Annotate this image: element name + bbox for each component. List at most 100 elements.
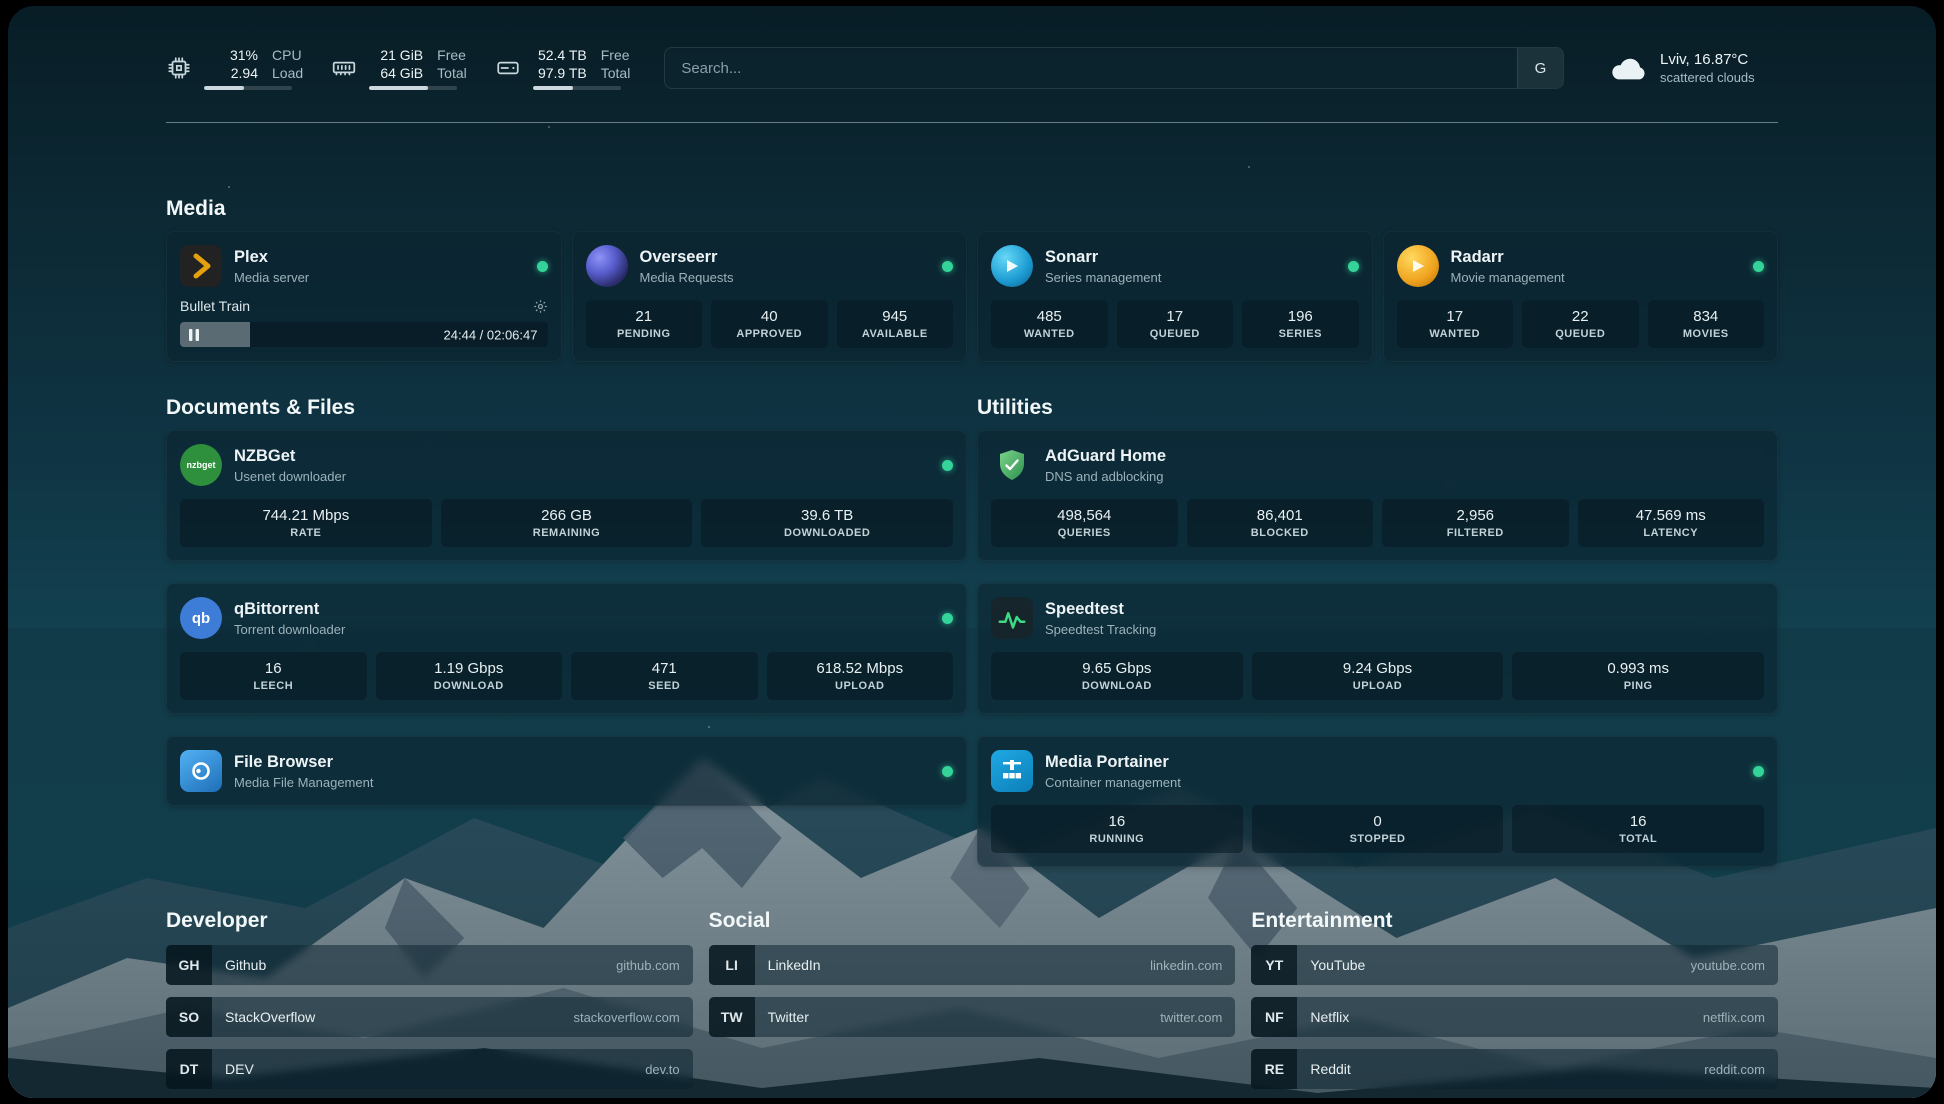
bookmark-name: YouTube bbox=[1310, 957, 1365, 973]
stat-block: 39.6 TB DOWNLOADED bbox=[701, 499, 953, 547]
weather-widget[interactable]: Lviv, 16.87°C scattered clouds bbox=[1608, 51, 1778, 85]
stat-block: 17 QUEUED bbox=[1117, 300, 1234, 348]
bookmark-row[interactable]: DT DEV dev.to bbox=[166, 1049, 693, 1089]
bookmarks-developer: Developer GH Github github.com SO StackO… bbox=[166, 909, 693, 1098]
disk-progress-bar bbox=[533, 86, 621, 90]
section-title-developer: Developer bbox=[166, 909, 693, 933]
stat-block: 16 LEECH bbox=[180, 652, 367, 700]
bookmark-url: linkedin.com bbox=[1150, 958, 1222, 973]
overseerr-icon bbox=[586, 245, 628, 287]
cpu-load-value: 2.94 bbox=[204, 64, 258, 82]
service-name: qBittorrent bbox=[234, 599, 345, 620]
memory-icon bbox=[331, 55, 357, 81]
stat-label: BLOCKED bbox=[1191, 527, 1370, 539]
service-card-radarr[interactable]: Radarr Movie management 17 WANTED 22 bbox=[1383, 231, 1779, 362]
stat-label: QUEUED bbox=[1526, 328, 1635, 340]
stat-label: DOWNLOADED bbox=[705, 527, 949, 539]
filebrowser-icon bbox=[180, 750, 222, 792]
search-input[interactable] bbox=[665, 48, 1517, 88]
stat-block: 16 TOTAL bbox=[1512, 805, 1764, 853]
stat-block: 0 STOPPED bbox=[1252, 805, 1504, 853]
service-name: File Browser bbox=[234, 752, 373, 773]
stat-label: LATENCY bbox=[1582, 527, 1761, 539]
bookmark-abbr: LI bbox=[709, 945, 755, 985]
bookmark-row[interactable]: RE Reddit reddit.com bbox=[1251, 1049, 1778, 1089]
player-settings-icon[interactable] bbox=[533, 299, 548, 314]
stat-label: STOPPED bbox=[1256, 833, 1500, 845]
status-dot bbox=[942, 261, 953, 272]
stat-label: QUERIES bbox=[995, 527, 1174, 539]
bookmark-row[interactable]: NF Netflix netflix.com bbox=[1251, 997, 1778, 1037]
stat-label: MOVIES bbox=[1652, 328, 1761, 340]
dashboard-window: 31%CPU 2.94Load 21 GiBFree 64 Gi bbox=[8, 6, 1936, 1098]
bookmark-url: dev.to bbox=[645, 1062, 679, 1077]
stat-block: 9.24 Gbps UPLOAD bbox=[1252, 652, 1504, 700]
bookmark-name: StackOverflow bbox=[225, 1009, 315, 1025]
service-stats: 498,564 QUERIES 86,401 BLOCKED 2,956 bbox=[991, 499, 1764, 547]
stat-block: 40 APPROVED bbox=[711, 300, 828, 348]
stat-label: WANTED bbox=[995, 328, 1104, 340]
service-description: Movie management bbox=[1451, 270, 1565, 285]
service-card-speedtest[interactable]: Speedtest Speedtest Tracking 9.65 Gbps D… bbox=[977, 583, 1778, 714]
service-card-portainer[interactable]: Media Portainer Container management 16 … bbox=[977, 736, 1778, 867]
bookmark-abbr: YT bbox=[1251, 945, 1297, 985]
stat-value: 471 bbox=[575, 660, 754, 677]
bookmark-url: youtube.com bbox=[1691, 958, 1765, 973]
service-description: Speedtest Tracking bbox=[1045, 622, 1156, 637]
service-card-filebrowser[interactable]: File Browser Media File Management bbox=[166, 736, 967, 806]
status-dot bbox=[942, 460, 953, 471]
bookmark-row[interactable]: YT YouTube youtube.com bbox=[1251, 945, 1778, 985]
bookmark-name: Netflix bbox=[1310, 1009, 1349, 1025]
search-provider-button[interactable]: G bbox=[1517, 48, 1563, 88]
bookmark-url: reddit.com bbox=[1704, 1062, 1765, 1077]
service-card-overseerr[interactable]: Overseerr Media Requests 21 PENDING bbox=[572, 231, 968, 362]
bookmark-row[interactable]: LI LinkedIn linkedin.com bbox=[709, 945, 1236, 985]
bookmark-abbr: NF bbox=[1251, 997, 1297, 1037]
stat-label: TOTAL bbox=[1516, 833, 1760, 845]
stat-block: 196 SERIES bbox=[1242, 300, 1359, 348]
bookmark-row[interactable]: SO StackOverflow stackoverflow.com bbox=[166, 997, 693, 1037]
section-title-entertainment: Entertainment bbox=[1251, 909, 1778, 933]
status-dot bbox=[942, 613, 953, 624]
disk-free-value: 52.4 TB bbox=[533, 46, 587, 64]
bookmark-abbr: RE bbox=[1251, 1049, 1297, 1089]
status-dot bbox=[942, 766, 953, 777]
pause-icon[interactable] bbox=[189, 329, 199, 341]
stat-value: 744.21 Mbps bbox=[184, 507, 428, 524]
service-description: Media File Management bbox=[234, 775, 373, 790]
cpu-widget: 31%CPU 2.94Load bbox=[166, 46, 303, 90]
search-bar[interactable]: G bbox=[664, 47, 1564, 89]
stat-value: 22 bbox=[1526, 308, 1635, 325]
status-dot bbox=[1753, 261, 1764, 272]
bookmark-url: stackoverflow.com bbox=[573, 1010, 679, 1025]
stat-label: UPLOAD bbox=[771, 680, 950, 692]
stat-label: AVAILABLE bbox=[841, 328, 950, 340]
stat-value: 1.19 Gbps bbox=[380, 660, 559, 677]
bookmark-row[interactable]: TW Twitter twitter.com bbox=[709, 997, 1236, 1037]
service-name: Radarr bbox=[1451, 247, 1565, 268]
sonarr-icon bbox=[991, 245, 1033, 287]
service-card-adguard[interactable]: AdGuard Home DNS and adblocking 498,564 … bbox=[977, 430, 1778, 561]
cpu-load-label: Load bbox=[272, 64, 303, 82]
service-card-plex[interactable]: Plex Media server Bullet Train bbox=[166, 231, 562, 362]
status-dot bbox=[537, 261, 548, 272]
now-playing-title: Bullet Train bbox=[180, 298, 250, 314]
disk-free-label: Free bbox=[601, 46, 630, 64]
stat-value: 16 bbox=[184, 660, 363, 677]
stat-label: UPLOAD bbox=[1256, 680, 1500, 692]
service-description: Series management bbox=[1045, 270, 1161, 285]
service-name: Media Portainer bbox=[1045, 752, 1181, 773]
stat-value: 21 bbox=[590, 308, 699, 325]
stat-value: 9.24 Gbps bbox=[1256, 660, 1500, 677]
playback-progress-bar[interactable]: 24:44 / 02:06:47 bbox=[180, 322, 548, 347]
service-card-sonarr[interactable]: Sonarr Series management 485 WANTED bbox=[977, 231, 1373, 362]
bookmark-url: github.com bbox=[616, 958, 680, 973]
stat-block: 16 RUNNING bbox=[991, 805, 1243, 853]
service-card-qbittorrent[interactable]: qb qBittorrent Torrent downloader 16 LEE bbox=[166, 583, 967, 714]
memory-total-label: Total bbox=[437, 64, 467, 82]
service-stats: 16 RUNNING 0 STOPPED 16 TOTAL bbox=[991, 805, 1764, 853]
stat-value: 47.569 ms bbox=[1582, 507, 1761, 524]
bookmark-row[interactable]: GH Github github.com bbox=[166, 945, 693, 985]
stat-block: 0.993 ms PING bbox=[1512, 652, 1764, 700]
service-card-nzbget[interactable]: nzbget NZBGet Usenet downloader 744.21 M… bbox=[166, 430, 967, 561]
